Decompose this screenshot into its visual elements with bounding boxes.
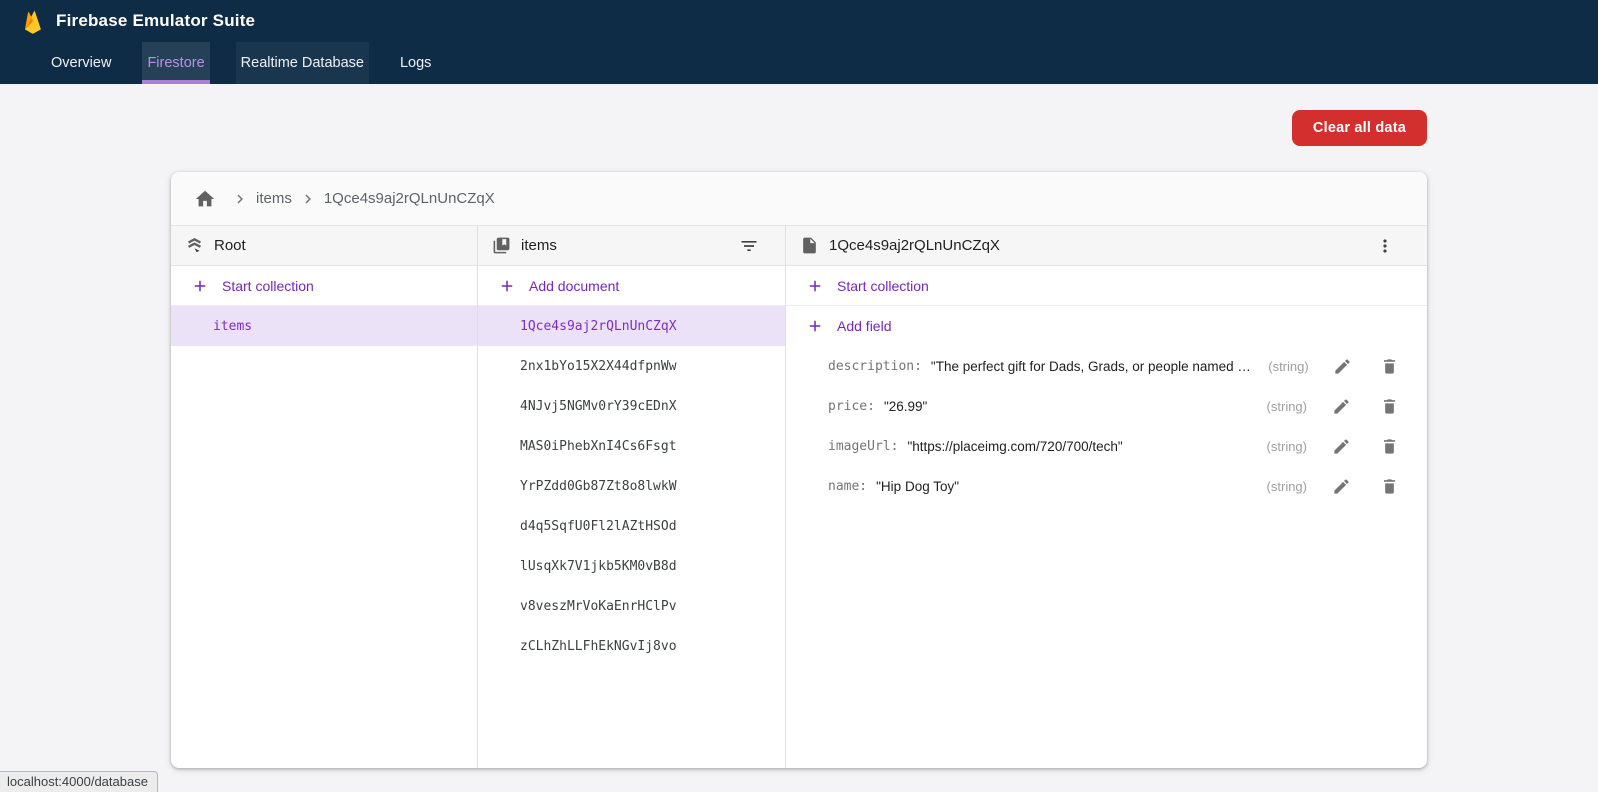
plus-icon (806, 277, 824, 295)
document-panel: 1Qce4s9aj2rQLnUnCZqX Start collection Ad… (785, 226, 1427, 768)
home-button[interactable] (194, 188, 216, 210)
delete-field-button[interactable] (1377, 434, 1401, 458)
document-icon (800, 236, 819, 255)
trash-icon (1380, 437, 1399, 456)
plus-icon (191, 277, 209, 295)
app-title: Firebase Emulator Suite (56, 11, 255, 31)
tab-logs[interactable]: Logs (395, 42, 436, 84)
home-icon (194, 188, 216, 210)
tab-firestore[interactable]: Firestore (142, 42, 209, 84)
root-panel: Root Start collection items (171, 226, 477, 768)
field-row-imageUrl[interactable]: imageUrl: "https://placeimg.com/720/700/… (786, 426, 1427, 466)
collection-panel: items Add document 1Qce4s9aj2rQLnUnCZqX … (477, 226, 785, 768)
add-field-button[interactable]: Add field (786, 306, 1427, 346)
document-row[interactable]: YrPZdd0Gb87Zt8o8lwkW (478, 466, 785, 506)
collection-panel-header: items (478, 226, 785, 266)
collection-panel-title: items (521, 237, 735, 254)
document-row[interactable]: d4q5SqfU0Fl2lAZtHSOd (478, 506, 785, 546)
plus-icon (806, 317, 824, 335)
pencil-icon (1332, 437, 1351, 456)
clear-all-data-button[interactable]: Clear all data (1292, 110, 1427, 146)
document-row[interactable]: zCLhZhLLFhEkNGvIj8vo (478, 626, 785, 666)
field-type-badge: (string) (1255, 399, 1307, 414)
root-panel-header: Root (171, 226, 477, 266)
chevron-right-icon (231, 190, 249, 208)
field-row-price[interactable]: price: "26.99" (string) (786, 386, 1427, 426)
field-row-name[interactable]: name: "Hip Dog Toy" (string) (786, 466, 1427, 506)
root-panel-title: Root (214, 237, 463, 254)
edit-field-button[interactable] (1329, 394, 1353, 418)
filter-icon[interactable] (735, 232, 763, 260)
document-panel-title: 1Qce4s9aj2rQLnUnCZqX (829, 237, 1371, 254)
browser-status-url: localhost:4000/database (0, 771, 158, 792)
collection-row-items[interactable]: items (171, 306, 477, 346)
pencil-icon (1332, 397, 1351, 416)
pencil-icon (1332, 477, 1351, 496)
start-collection-button[interactable]: Start collection (786, 266, 1427, 306)
edit-field-button[interactable] (1329, 434, 1353, 458)
pencil-icon (1333, 357, 1352, 376)
plus-icon (498, 277, 516, 295)
breadcrumb-collection[interactable]: items (256, 190, 292, 207)
edit-field-button[interactable] (1329, 474, 1353, 498)
app-header: Firebase Emulator Suite Overview Firesto… (0, 0, 1598, 84)
trash-icon (1380, 477, 1399, 496)
tab-overview[interactable]: Overview (46, 42, 116, 84)
field-type-badge: (string) (1255, 439, 1307, 454)
breadcrumb-document[interactable]: 1Qce4s9aj2rQLnUnCZqX (324, 190, 495, 207)
field-type-badge: (string) (1255, 479, 1307, 494)
document-panel-header: 1Qce4s9aj2rQLnUnCZqX (786, 226, 1427, 266)
firestore-icon (185, 236, 204, 255)
firebase-flame-icon (21, 9, 43, 34)
firestore-card: items 1Qce4s9aj2rQLnUnCZqX Root (171, 172, 1427, 768)
edit-field-button[interactable] (1331, 354, 1354, 378)
field-type-badge: (string) (1256, 359, 1308, 374)
document-row[interactable]: 4NJvj5NGMv0rY39cEDnX (478, 386, 785, 426)
field-row-description[interactable]: description: "The perfect gift for Dads,… (786, 346, 1427, 386)
delete-field-button[interactable] (1377, 394, 1401, 418)
delete-field-button[interactable] (1377, 474, 1401, 498)
add-document-button[interactable]: Add document (478, 266, 785, 306)
start-collection-button[interactable]: Start collection (171, 266, 477, 306)
document-row[interactable]: 1Qce4s9aj2rQLnUnCZqX (478, 306, 785, 346)
collection-icon (492, 236, 511, 255)
document-row[interactable]: lUsqXk7V1jkb5KM0vB8d (478, 546, 785, 586)
breadcrumb: items 1Qce4s9aj2rQLnUnCZqX (171, 172, 1427, 226)
delete-field-button[interactable] (1378, 354, 1401, 378)
document-row[interactable]: v8veszMrVoKaEnrHClPv (478, 586, 785, 626)
trash-icon (1380, 357, 1399, 376)
chevron-right-icon (299, 190, 317, 208)
nav-tabs: Overview Firestore Realtime Database Log… (0, 42, 1598, 84)
trash-icon (1380, 397, 1399, 416)
kebab-menu-icon[interactable] (1371, 232, 1399, 260)
document-row[interactable]: MAS0iPhebXnI4Cs6Fsgt (478, 426, 785, 466)
document-row[interactable]: 2nx1bYo15X2X44dfpnWw (478, 346, 785, 386)
tab-realtime-database[interactable]: Realtime Database (236, 42, 369, 84)
